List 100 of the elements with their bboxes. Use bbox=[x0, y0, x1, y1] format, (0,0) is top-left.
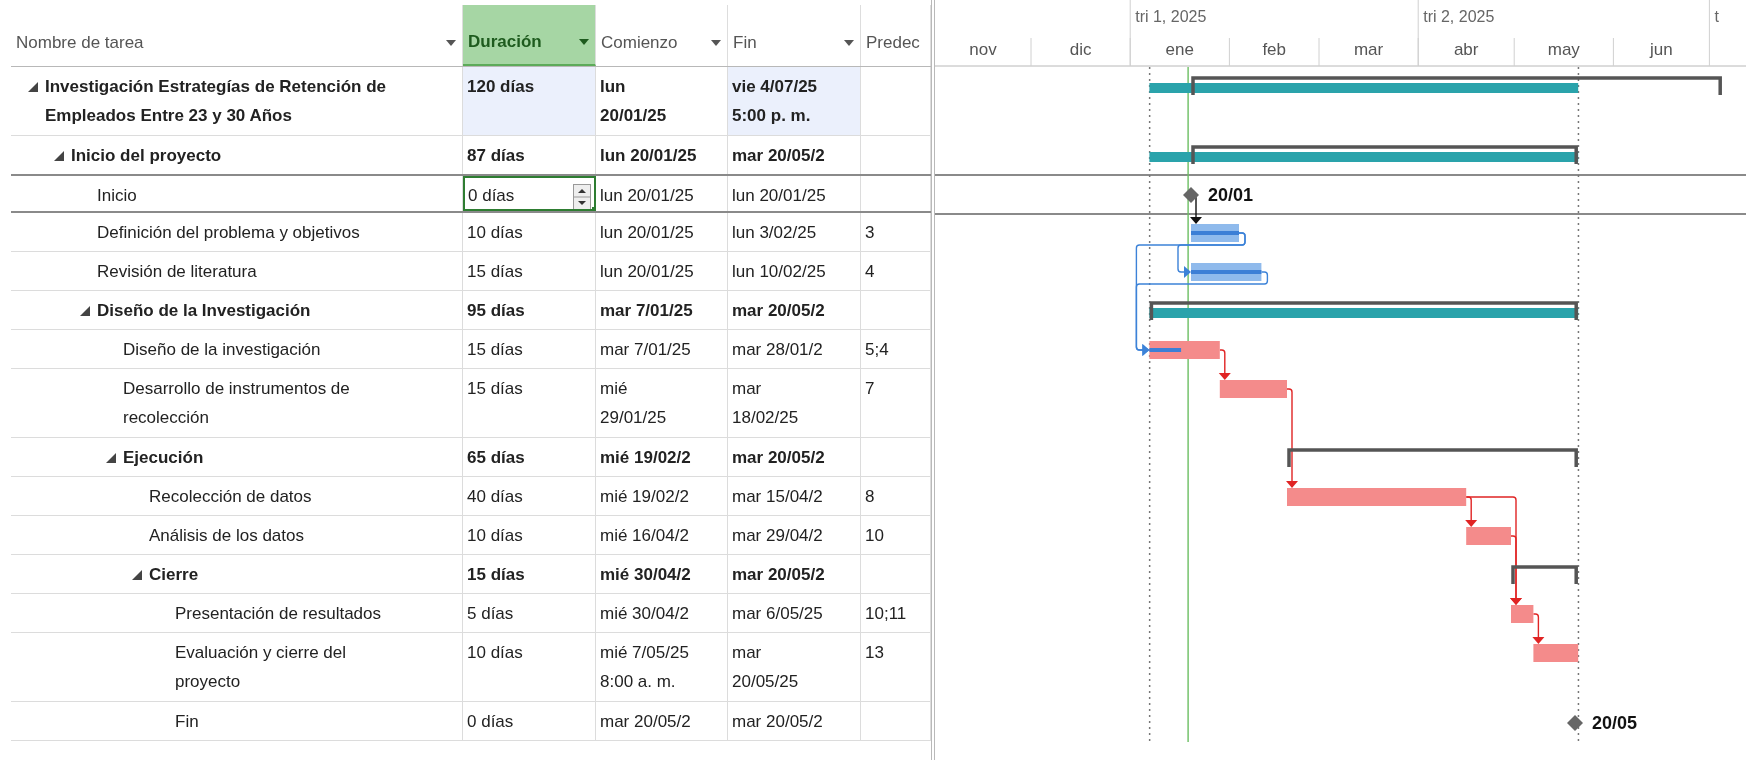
table-cell: mar 20/05/2 bbox=[728, 438, 861, 476]
task-name: Investigación Estrategías de Retención de Empleados Entre 23 y 30 Años bbox=[45, 76, 387, 127]
table-cell: lun 20/01/25 bbox=[596, 176, 728, 211]
table-cell: 10 días bbox=[463, 213, 596, 251]
dropdown-icon[interactable] bbox=[446, 39, 456, 46]
task-name: Presentación de resultados bbox=[175, 603, 382, 625]
task-name: Ejecución bbox=[123, 447, 204, 469]
dropdown-icon[interactable] bbox=[579, 38, 589, 45]
timescale-label: mar bbox=[1353, 40, 1384, 59]
expand-icon[interactable] bbox=[132, 570, 142, 580]
table-cell: lun 3/02/25 bbox=[728, 213, 861, 251]
timescale-label: t bbox=[1714, 8, 1719, 25]
task-row[interactable]: Diseño de la Investigación 95 días mar 7/01/25 mar 20/05/2 bbox=[11, 291, 931, 330]
table-cell: vie 4/07/25 5:00 p. m. bbox=[728, 67, 861, 135]
timescale-label: dic bbox=[1069, 40, 1092, 59]
task-name: Diseño de la investigación bbox=[123, 339, 321, 361]
table-cell: mar 20/05/2 bbox=[728, 136, 861, 174]
milestone-icon[interactable] bbox=[1183, 187, 1199, 203]
task-row[interactable]: Diseño de la investigación 15 días mar 7/01/25 mar 28/01/2 5;4 bbox=[11, 330, 931, 369]
summary-bar[interactable] bbox=[1191, 76, 1722, 95]
task-row[interactable]: Definición del problema y objetivos 10 días lun 20/01/25 lun 3/02/25 3 bbox=[11, 213, 931, 252]
table-cell: 13 bbox=[861, 633, 931, 701]
table-cell: mar 28/01/2 bbox=[728, 330, 861, 368]
table-cell: mié 29/01/25 bbox=[596, 369, 728, 437]
task-row[interactable]: Inicio del proyecto 87 días lun 20/01/25 mar 20/05/2 bbox=[11, 136, 931, 175]
task-row[interactable]: Investigación Estrategías de Retención de Empleados Entre 23 y 30 Años 120 días lun 20/01/25 vie 4/07/25 5:00 p. m. bbox=[11, 67, 931, 136]
table-cell: mar 20/05/2 bbox=[728, 702, 861, 740]
timescale-label: may bbox=[1547, 40, 1580, 59]
column-header[interactable]: Predec bbox=[861, 5, 931, 66]
summary-bar[interactable] bbox=[1149, 301, 1578, 320]
table-cell: lun 20/01/25 bbox=[728, 176, 861, 211]
task-name: Definición del problema y objetivos bbox=[97, 222, 360, 244]
task-row[interactable]: Ejecución 65 días mié 19/02/2 mar 20/05/2 bbox=[11, 438, 931, 477]
task-row[interactable]: Recolección de datos 40 días mié 19/02/2 mar 15/04/2 8 bbox=[11, 477, 931, 516]
summary-bar[interactable] bbox=[1287, 448, 1578, 467]
milestone-label: 20/05 bbox=[1592, 713, 1638, 733]
task-row[interactable]: Cierre 15 días mié 30/04/2 mar 20/05/2 bbox=[11, 555, 931, 594]
table-cell: 5;4 bbox=[861, 330, 931, 368]
table-cell: lun 20/01/25 bbox=[596, 136, 728, 174]
table-cell: 7 bbox=[861, 369, 931, 437]
task-row[interactable]: Fin 0 días mar 20/05/2 mar 20/05/2 bbox=[11, 702, 931, 741]
table-cell: mié 30/04/2 bbox=[596, 555, 728, 593]
task-name: Análisis de los datos bbox=[149, 525, 304, 547]
table-cell: lun 10/02/25 bbox=[728, 252, 861, 290]
table-cell: 10 días bbox=[463, 516, 596, 554]
spinner-icon[interactable] bbox=[573, 184, 591, 209]
dropdown-icon[interactable] bbox=[844, 39, 854, 46]
column-header[interactable]: Fin bbox=[728, 5, 861, 66]
table-cell: mar 7/01/25 bbox=[596, 330, 728, 368]
table-cell: 10 días bbox=[463, 633, 596, 701]
table-cell: 4 bbox=[861, 252, 931, 290]
timescale-label: nov bbox=[969, 40, 997, 59]
dependency-arrow bbox=[1532, 613, 1545, 644]
timescale-label: ene bbox=[1165, 40, 1194, 59]
table-cell: mar 20/05/2 bbox=[728, 291, 861, 329]
expand-icon[interactable] bbox=[28, 82, 38, 92]
table-cell: mié 19/02/2 bbox=[596, 477, 728, 515]
expand-icon[interactable] bbox=[106, 453, 116, 463]
table-cell: 15 días bbox=[463, 555, 596, 593]
task-row[interactable]: Presentación de resultados 5 días mié 30/04/2 mar 6/05/25 10;11 bbox=[11, 594, 931, 633]
table-cell: mié 7/05/25 8:00 a. m. bbox=[596, 633, 728, 701]
milestone-label: 20/01 bbox=[1208, 185, 1254, 205]
dropdown-icon[interactable] bbox=[711, 39, 721, 46]
duration-field[interactable]: 0 días bbox=[463, 176, 596, 211]
task-name: Evaluación y cierre del proyecto bbox=[175, 642, 347, 693]
table-cell: mié 19/02/2 bbox=[596, 438, 728, 476]
expand-icon[interactable] bbox=[54, 151, 64, 161]
table-cell: 95 días bbox=[463, 291, 596, 329]
table-cell: lun 20/01/25 bbox=[596, 252, 728, 290]
table-cell: mar 29/04/2 bbox=[728, 516, 861, 554]
table-cell: lun 20/01/25 bbox=[596, 213, 728, 251]
task-row[interactable]: Desarrollo de instrumentos de recolección 15 días mié 29/01/25 mar 18/02/25 7 bbox=[11, 369, 931, 438]
milestone-icon[interactable] bbox=[1567, 715, 1583, 731]
task-name: Diseño de la Investigación bbox=[97, 300, 311, 322]
table-cell: 87 días bbox=[463, 136, 596, 174]
task-name: Revisión de literatura bbox=[97, 261, 257, 283]
task-row[interactable]: Evaluación y cierre del proyecto 10 días mié 7/05/25 8:00 a. m. mar 20/05/25 13 bbox=[11, 633, 931, 702]
timescale-label: abr bbox=[1453, 40, 1479, 59]
summary-bar[interactable] bbox=[1191, 145, 1578, 164]
column-header[interactable]: Comienzo bbox=[596, 5, 728, 66]
task-name: Desarrollo de instrumentos de recolección bbox=[123, 378, 350, 429]
column-header[interactable]: Duración bbox=[463, 5, 596, 66]
summary-bar[interactable] bbox=[1511, 565, 1578, 584]
table-cell: mar 18/02/25 bbox=[728, 369, 861, 437]
table-cell: mié 16/04/2 bbox=[596, 516, 728, 554]
timescale-label: tri 1, 2025 bbox=[1135, 8, 1207, 25]
task-name: Fin bbox=[175, 711, 199, 733]
task-name: Inicio del proyecto bbox=[71, 145, 222, 167]
task-row[interactable]: Análisis de los datos 10 días mié 16/04/2 mar 29/04/2 10 bbox=[11, 516, 931, 555]
table-cell: 40 días bbox=[463, 477, 596, 515]
task-row[interactable]: Inicio 0 días lun 20/01/25 lun 20/01/25 bbox=[11, 174, 931, 213]
table-cell: mar 20/05/2 bbox=[596, 702, 728, 740]
task-row[interactable]: Revisión de literatura 15 días lun 20/01/25 lun 10/02/25 4 bbox=[11, 252, 931, 291]
table-cell: 120 días bbox=[463, 67, 596, 135]
expand-icon[interactable] bbox=[80, 306, 90, 316]
table-cell: 65 días bbox=[463, 438, 596, 476]
table-cell: 3 bbox=[861, 213, 931, 251]
table-cell: mar 7/01/25 bbox=[596, 291, 728, 329]
table-cell: 15 días bbox=[463, 330, 596, 368]
timescale-label: tri 2, 2025 bbox=[1423, 8, 1495, 25]
